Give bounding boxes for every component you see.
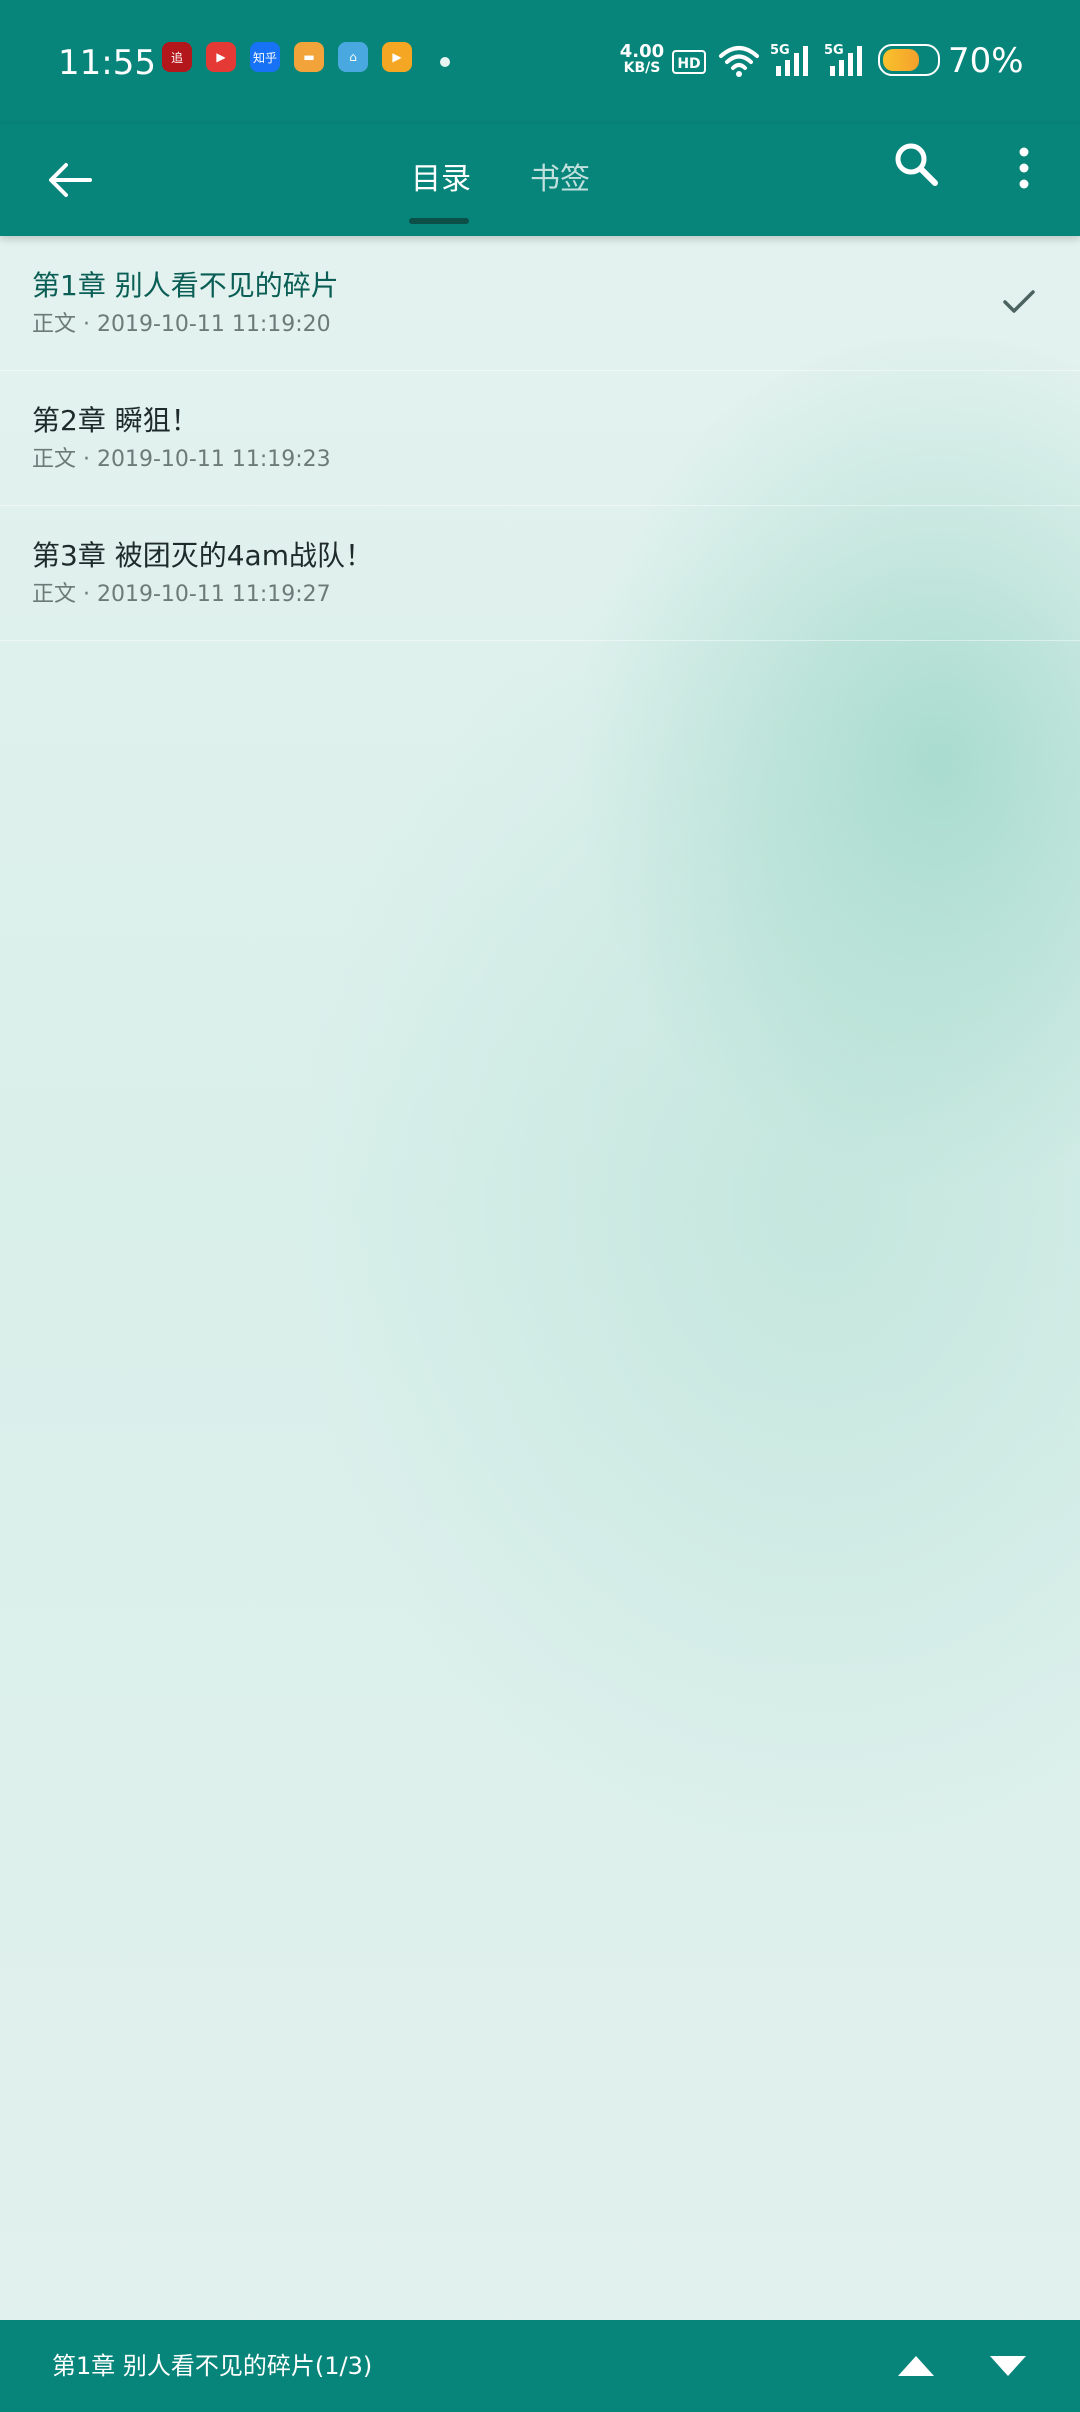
scroll-to-top-icon[interactable] <box>896 2354 936 2378</box>
battery-level <box>883 49 920 71</box>
chapter-item-3[interactable]: 第3章 被团灭的4am战队！ 正文 · 2019-10-11 11:19:27 <box>0 506 1080 641</box>
chapter-item-1[interactable]: 第1章 别人看不见的碎片 正文 · 2019-10-11 11:19:20 <box>0 236 1080 371</box>
home-app-icon: ⌂ <box>338 42 368 72</box>
video-app-icon: ▶ <box>206 42 236 72</box>
zhihu-app-icon: 知乎 <box>250 42 280 72</box>
active-tab-indicator <box>409 218 469 224</box>
chapter-title: 第3章 被团灭的4am战队！ <box>32 539 373 572</box>
more-notifications-dot-icon <box>440 57 450 67</box>
chapter-list: 第1章 别人看不见的碎片 正文 · 2019-10-11 11:19:20 第2… <box>0 236 1080 641</box>
network-speed-unit: KB/S <box>623 60 661 76</box>
tab-catalog[interactable]: 目录 <box>411 146 471 214</box>
app-bar: 目录 书签 <box>0 124 1080 236</box>
wifi-icon <box>719 46 759 77</box>
chapter-meta: 正文 · 2019-10-11 11:19:20 <box>32 312 331 337</box>
back-arrow-icon[interactable] <box>46 160 94 200</box>
signal1-label: 5G <box>770 43 790 58</box>
status-time: 11:55 <box>58 43 156 83</box>
tab-bookmarks[interactable]: 书签 <box>530 146 590 214</box>
chapter-item-2[interactable]: 第2章 瞬狙！ 正文 · 2019-10-11 11:19:23 <box>0 371 1080 506</box>
chapter-meta: 正文 · 2019-10-11 11:19:27 <box>32 582 331 607</box>
network-speed: 4.00 KB/S <box>618 41 666 77</box>
scroll-to-bottom-icon[interactable] <box>988 2354 1028 2378</box>
chapter-title: 第2章 瞬狙！ <box>32 404 199 437</box>
current-chapter-label: 第1章 别人看不见的碎片(1/3) <box>52 2352 373 2380</box>
red-app-icon: 追 <box>162 42 192 72</box>
signal-strength-icon-2: 5G <box>824 43 862 76</box>
chapter-meta: 正文 · 2019-10-11 11:19:23 <box>32 447 331 472</box>
network-speed-value: 4.00 <box>619 41 665 62</box>
battery-icon <box>878 44 940 76</box>
status-bar: 11:55 追 ▶ 知乎 ▬ ⌂ ▶ 4.00 KB/S HD 5G 5G 70% <box>0 0 1080 124</box>
bottom-bar: 第1章 别人看不见的碎片(1/3) <box>0 2320 1080 2412</box>
current-chapter-check-icon <box>1003 290 1035 313</box>
notification-icons: 追 ▶ 知乎 ▬ ⌂ ▶ <box>162 42 412 72</box>
chapter-title: 第1章 别人看不见的碎片 <box>32 269 339 302</box>
hd-voice-icon: HD <box>672 50 706 74</box>
search-icon[interactable] <box>892 140 940 188</box>
more-options-icon[interactable] <box>1012 144 1036 192</box>
orange-video-app-icon: ▶ <box>382 42 412 72</box>
signal-strength-icon: 5G <box>770 43 808 76</box>
battery-percentage: 70% <box>948 41 1024 81</box>
wallet-app-icon: ▬ <box>294 42 324 72</box>
signal2-label: 5G <box>824 43 844 58</box>
